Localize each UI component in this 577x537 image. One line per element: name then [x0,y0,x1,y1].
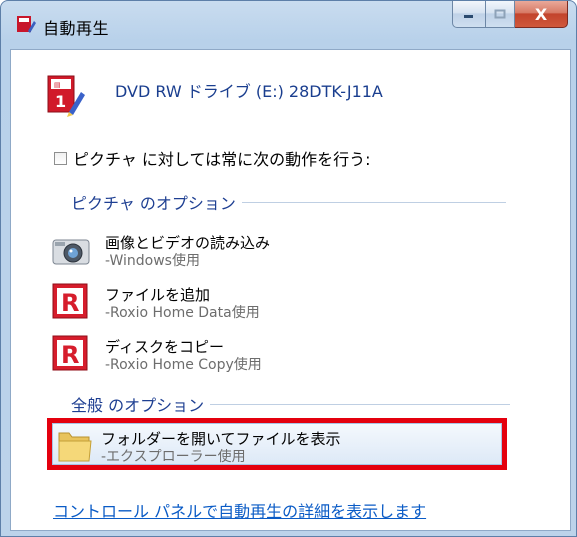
option-copy-disc[interactable]: R ディスクをコピー -Roxio Home Copy使用 [47,332,487,382]
section-pictures: ピクチャ のオプション [71,190,506,214]
option-subtitle: -エクスプローラー使用 [101,449,246,465]
section-pictures-title: ピクチャ のオプション [71,194,236,213]
title-bar[interactable]: 自動再生 X [1,1,576,49]
always-do-label: ピクチャ に対しては常に次の動作を行う: [73,150,371,169]
device-header: ▤ 1 [45,74,87,118]
option-highlight: フォルダーを開いてファイルを表示 -エクスプローラー使用 [52,423,502,465]
minimize-icon [464,15,473,18]
svg-text:R: R [61,289,79,317]
option-subtitle: -Windows使用 [105,253,200,269]
svg-text:R: R [61,341,79,369]
device-name: DVD RW ドライブ (E:) 28DTK-J11A [115,82,383,101]
option-subtitle: -Roxio Home Copy使用 [105,357,262,373]
maximize-button[interactable] [486,1,515,28]
section-divider [210,403,511,405]
autoplay-content: ▤ 1 DVD RW ドライブ (E:) 28DTK-J11A ピクチャ に対し… [10,49,571,531]
media-player-icon: ▤ 1 [47,75,85,117]
option-subtitle: -Roxio Home Data使用 [105,305,260,321]
section-general: 全般 のオプション [71,392,511,416]
close-button[interactable]: X [515,1,568,28]
caption-buttons: X [452,1,568,31]
svg-text:▤: ▤ [54,81,61,89]
maximize-icon [494,9,506,19]
svg-text:1: 1 [55,92,66,111]
option-add-files[interactable]: R ファイルを追加 -Roxio Home Data使用 [47,280,487,330]
option-open-folder[interactable]: フォルダーを開いてファイルを表示 -エクスプローラー使用 [47,418,507,470]
always-do-row[interactable]: ピクチャ に対しては常に次の動作を行う: [54,146,371,170]
autoplay-app-icon [17,16,36,33]
folder-icon [58,432,92,462]
window-title: 自動再生 [43,19,110,38]
section-divider [241,201,506,203]
option-import-pictures[interactable]: 画像とビデオの読み込み -Windows使用 [47,228,487,278]
autoplay-window: 自動再生 X ▤ 1 DVD RW ドライブ (E:) 28DTK-J11A ピ… [0,0,577,537]
control-panel-link[interactable]: コントロール パネルで自動再生の詳細を表示します [53,498,426,522]
section-general-title: 全般 のオプション [71,396,205,415]
minimize-button[interactable] [452,1,486,28]
roxio-icon: R [52,335,88,371]
always-do-checkbox[interactable] [54,151,67,165]
roxio-icon: R [52,283,88,319]
close-icon: X [534,4,548,24]
camera-icon [52,239,90,265]
